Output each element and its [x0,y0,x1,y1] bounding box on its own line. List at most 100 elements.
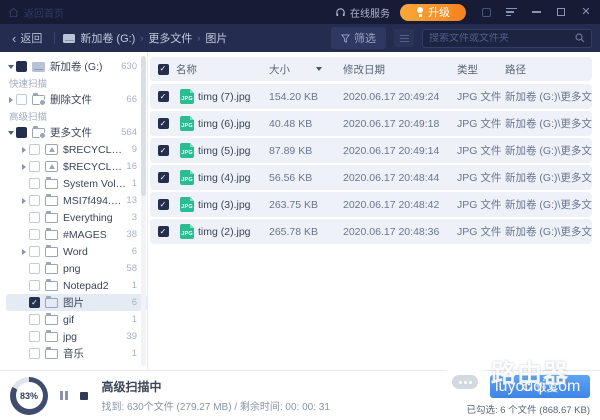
table-row[interactable]: ✓ JPG timg (5).jpg 87.89 KB 2020.06.17 20:49… [150,138,592,163]
expand-arrow-icon[interactable] [6,97,16,103]
sidebar-item-msi7f494-tmp[interactable]: MSI7f494.tmp 13 [6,192,147,209]
checkbox[interactable]: ✓ [157,145,169,156]
file-size: 263.75 KB [269,198,319,211]
checkbox[interactable] [29,314,40,325]
expand-arrow-icon[interactable] [19,198,29,204]
checkbox[interactable]: ✓ [29,297,40,308]
sidebar-item--mages[interactable]: #MAGES 38 [6,226,147,243]
checkbox[interactable] [29,195,40,206]
checkbox[interactable] [16,94,27,105]
item-count: 630 [121,61,137,72]
checkbox[interactable] [29,280,40,291]
column-header-date[interactable]: 修改日期 [343,62,457,77]
breadcrumb-drive[interactable]: 新加卷 (G:) [80,30,135,46]
search-input[interactable] [429,32,575,44]
row-checkbox-cell: ✓ [150,199,176,210]
column-header-path[interactable]: 路径 [505,62,592,77]
file-type: JPG 文件 [457,172,502,184]
close-button[interactable]: ✕ [580,6,592,18]
checkbox[interactable] [29,246,40,257]
filter-label: 筛选 [354,33,376,45]
table-row[interactable]: ✓ JPG timg (2).jpg 265.78 KB 2020.06.17 20:4… [150,219,592,244]
upgrade-button[interactable]: 升级 [400,3,466,21]
select-all-checkbox[interactable]: ✓ [157,63,169,75]
minimize-button[interactable] [530,6,542,18]
feedback-icon[interactable] [480,6,492,18]
divider [54,32,56,44]
sidebar-item-word[interactable]: Word 6 [6,243,147,260]
expand-arrow-icon[interactable] [19,147,29,153]
table-row[interactable]: ✓ JPG timg (6).jpg 40.48 KB 2020.06.17 20:49… [150,111,592,136]
column-header-type[interactable]: 类型 [457,62,505,77]
checkbox[interactable]: ✓ [157,199,169,210]
sidebar-item-label: 图片 [63,297,84,309]
file-table: ✓ 名称 大小 修改日期 类型 路径 ✓ JPG timg (7).jpg 154.2… [148,52,600,370]
sidebar-item-system-volume-inf-[interactable]: System Volume Inf...1 [6,175,147,192]
menu-icon[interactable] [505,6,517,18]
checkbox[interactable] [16,61,27,72]
content: 新加卷 (G:) 630 快速扫描 删除文件 66 高级扫描 更多文件 564 $RECYCLE… [0,52,600,370]
checkbox[interactable]: ✓ [157,226,169,237]
sidebar-item-notepad2[interactable]: Notepad2 1 [6,277,147,294]
sidebar-item--recycle-bin[interactable]: $RECYCLE.BIN 16 [6,158,147,175]
recycle-bin-icon [45,161,58,172]
home-icon [9,7,18,17]
expand-arrow-icon[interactable] [19,164,29,170]
table-row[interactable]: ✓ JPG timg (7).jpg 154.20 KB 2020.06.17 20:4… [150,84,592,109]
folder-icon [45,245,58,257]
view-toggle-icon[interactable] [394,29,414,47]
breadcrumb-folder[interactable]: 更多文件 [148,30,192,46]
file-type: JPG 文件 [457,145,502,157]
checkbox[interactable] [16,127,27,138]
checkbox[interactable] [29,144,40,155]
back-button[interactable]: ‹ 返回 [8,30,46,46]
filter-button[interactable]: 筛选 [331,27,386,49]
checkbox[interactable]: ✓ [157,91,169,102]
checkbox[interactable] [29,178,40,189]
checkbox[interactable] [29,263,40,274]
checkbox[interactable] [29,331,40,342]
table-row[interactable]: ✓ JPG timg (3).jpg 263.75 KB 2020.06.17 20:4… [150,192,592,217]
recover-button[interactable]: 恢复 [490,375,590,398]
checkbox[interactable]: ✓ [157,172,169,183]
maximize-button[interactable] [555,6,567,18]
folder-icon [45,296,58,308]
table-row[interactable]: ✓ JPG timg (4).jpg 56.56 KB 2020.06.17 20:48… [150,165,592,190]
checkbox[interactable] [29,229,40,240]
sidebar-item-新加卷-g-[interactable]: 新加卷 (G:) 630 [6,58,147,75]
sort-desc-icon[interactable] [316,67,322,71]
sidebar-item-删除文件[interactable]: 删除文件 66 [6,91,147,108]
checkbox[interactable]: ✓ [157,118,169,129]
sidebar-item-图片[interactable]: ✓ 图片 6 [6,294,147,311]
sidebar-item-gif[interactable]: gif 1 [6,311,147,328]
expand-arrow-icon[interactable] [6,65,16,69]
file-path: 新加卷 (G:)\更多文件... [505,226,592,238]
expand-arrow-icon[interactable] [19,249,29,255]
sidebar-item-label: Everything [63,211,113,224]
column-header-name[interactable]: 名称 [176,62,269,77]
pause-button[interactable] [60,391,68,400]
stop-button[interactable] [79,391,88,400]
sidebar-item-jpg[interactable]: jpg 39 [6,328,147,345]
checkbox[interactable] [29,348,40,359]
sidebar-item--recycle-bin[interactable]: $RECYCLE.BIN9 [6,141,147,158]
home-button[interactable]: 返回首页 [8,5,64,20]
column-header-size[interactable]: 大小 [269,62,343,77]
breadcrumb-separator: › [197,33,201,43]
checkbox[interactable] [29,212,40,223]
sidebar-item-label: 更多文件 [50,127,92,139]
sidebar-item-更多文件[interactable]: 更多文件 564 [6,124,147,141]
sidebar-scrollbar[interactable] [141,56,146,366]
breadcrumb-sub[interactable]: 图片 [205,30,227,46]
row-checkbox-cell: ✓ [150,172,176,183]
sidebar-item-everything[interactable]: Everything 3 [6,209,147,226]
file-size: 40.48 KB [269,117,313,130]
search-icon[interactable] [575,33,585,43]
expand-arrow-icon[interactable] [6,131,16,135]
checkbox[interactable] [29,161,40,172]
online-service-button[interactable]: 在线服务 [335,5,390,20]
item-count: 1 [131,280,137,291]
row-checkbox-cell: ✓ [150,145,176,156]
sidebar-item-音乐[interactable]: 音乐 1 [6,345,147,362]
sidebar-item-png[interactable]: png 58 [6,260,147,277]
